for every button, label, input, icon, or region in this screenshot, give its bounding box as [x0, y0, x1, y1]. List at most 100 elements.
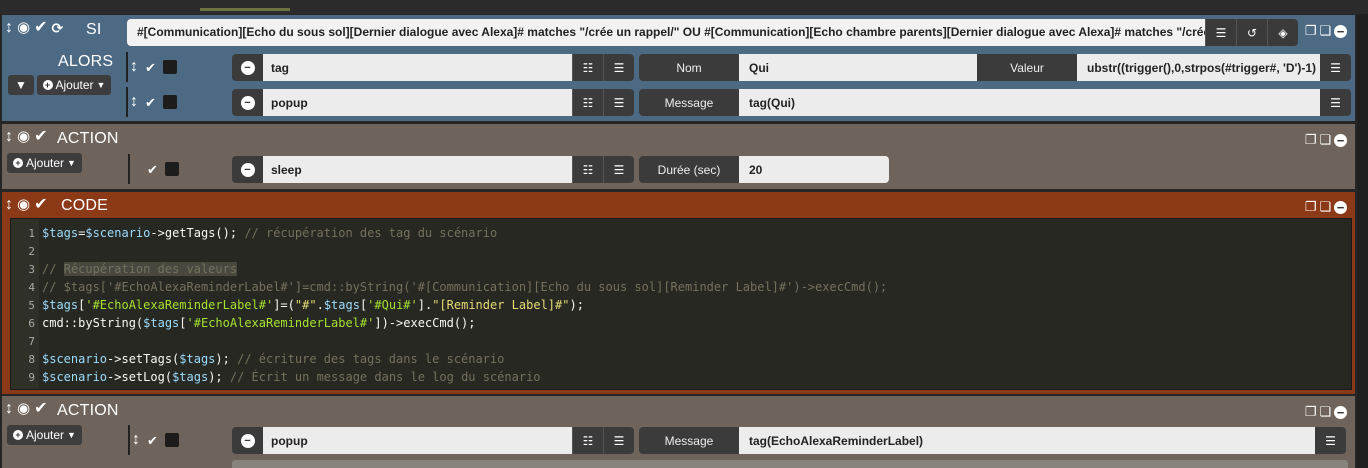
copy-icon[interactable]: ❐ [1305, 405, 1317, 419]
action-command: − sleep ☷ ☰ [232, 156, 634, 183]
action-title: ACTION [57, 130, 119, 147]
parallel-checkbox[interactable] [163, 60, 177, 74]
enable-checkbox[interactable]: ✔ [146, 434, 159, 447]
code-text: $scenario->setTags($tags); // écriture d… [42, 352, 505, 366]
remove-icon[interactable]: − [1334, 405, 1347, 419]
action-name-input[interactable]: popup [263, 89, 572, 116]
copy-icon[interactable]: ❐ [1305, 24, 1317, 38]
move-icon[interactable]: ↕ [5, 129, 13, 145]
enable-checkbox[interactable]: ✔ [144, 61, 157, 74]
action-row-popup: ↕ ✔ − popup ☷ ☰ Message tag(Qui) ☰ [126, 87, 1351, 117]
enable-checkbox[interactable]: ✔ [146, 163, 159, 176]
list-icon[interactable]: ☰ [603, 427, 634, 454]
action-name-input[interactable]: sleep [263, 156, 572, 183]
move-icon[interactable]: ↕ [5, 197, 13, 213]
remove-action-button[interactable]: − [232, 89, 263, 116]
collapse-button[interactable]: ▼ [8, 75, 34, 95]
add-button[interactable]: + Ajouter ▼ [37, 75, 111, 95]
remove-action-button[interactable]: − [232, 156, 263, 183]
option-value-input[interactable]: tag(Qui) [739, 89, 1320, 116]
option-value-input[interactable]: ubstr((trigger(),0,strpos(#trigger#, 'D'… [1077, 54, 1320, 81]
list-icon[interactable]: ☰ [1205, 19, 1236, 46]
paste-icon[interactable]: ❏ [1319, 133, 1331, 147]
parallel-checkbox[interactable] [165, 162, 179, 176]
list-check-icon[interactable]: ☷ [572, 89, 603, 116]
caret-down-icon: ▼ [67, 430, 76, 440]
line-number: 1 [28, 227, 35, 240]
line-number: 2 [28, 245, 35, 258]
alors-label: ALORS [58, 53, 114, 70]
check-icon[interactable]: ✔ [34, 401, 47, 417]
condition-input[interactable]: #[Communication][Echo du sous sol][Derni… [127, 19, 1205, 46]
option-value-input[interactable]: tag(EchoAlexaReminderLabel) [739, 427, 1315, 454]
list-check-icon[interactable]: ☷ [572, 54, 603, 81]
remove-action-button[interactable]: − [232, 427, 263, 454]
remove-icon: − [240, 60, 255, 75]
parallel-checkbox[interactable] [163, 95, 177, 109]
si-block-toolbar: ❐ ❏ − [1305, 24, 1347, 38]
remove-icon[interactable]: − [1334, 133, 1347, 147]
add-button[interactable]: + Ajouter ▼ [7, 425, 82, 445]
list-check-icon[interactable]: ☷ [572, 427, 603, 454]
remove-icon[interactable]: − [1334, 24, 1347, 38]
sync-icon[interactable]: ⟳ [52, 20, 64, 36]
option-label: Message [639, 427, 739, 454]
list-icon[interactable]: ☰ [1320, 54, 1351, 81]
move-icon[interactable]: ↕ [130, 58, 138, 76]
eye-icon[interactable]: ◉ [17, 20, 30, 36]
action-block-toolbar: ❐ ❏ − [1305, 405, 1347, 419]
paste-icon[interactable]: ❏ [1319, 405, 1331, 419]
eye-icon[interactable]: ◉ [17, 401, 30, 417]
history-icon[interactable]: ↺ [1236, 19, 1267, 46]
code-editor[interactable]: 1 $tags=$scenario->getTags(); // récupéra… [10, 218, 1352, 390]
action-block: ↕ ◉ ✔ ACTION ❐ ❏ − + Ajouter ▼ ↕ ✔ − sle… [2, 124, 1355, 189]
row-controls: ↕ ✔ [126, 52, 177, 82]
line-number: 5 [28, 299, 35, 312]
copy-icon[interactable]: ❐ [1305, 133, 1317, 147]
list-icon[interactable]: ☰ [1315, 427, 1346, 454]
caret-down-icon: ▼ [67, 158, 76, 168]
list-icon[interactable]: ☰ [1320, 89, 1351, 116]
paste-icon[interactable]: ❏ [1319, 24, 1331, 38]
action-block-toolbar: ❐ ❏ − [1305, 133, 1347, 147]
remove-icon: − [240, 433, 255, 448]
add-button-label: Ajouter [26, 156, 65, 170]
action-title: ACTION [57, 402, 119, 419]
paste-icon[interactable]: ❏ [1319, 200, 1331, 214]
caret-down-icon: ▼ [15, 78, 27, 92]
action-name-input[interactable]: popup [263, 427, 572, 454]
list-icon[interactable]: ☰ [603, 156, 634, 183]
option-value-input[interactable]: 20 [739, 156, 889, 183]
scrollbar[interactable] [1357, 14, 1368, 468]
action-command: − popup ☷ ☰ [232, 89, 634, 116]
action-name-input[interactable]: tag [263, 54, 572, 81]
list-check-icon[interactable]: ☷ [572, 156, 603, 183]
move-icon[interactable]: ↕ [5, 20, 13, 36]
code-line: 1 $tags=$scenario->getTags(); // récupéra… [11, 224, 497, 242]
list-icon[interactable]: ☰ [603, 89, 634, 116]
parallel-checkbox[interactable] [165, 433, 179, 447]
eye-icon[interactable]: ◉ [17, 129, 30, 145]
remove-icon[interactable]: − [1334, 200, 1347, 214]
check-icon[interactable]: ✔ [34, 20, 47, 36]
option-value-input[interactable]: Qui [739, 54, 977, 81]
list-icon[interactable]: ☰ [603, 54, 634, 81]
move-icon[interactable]: ↕ [132, 431, 140, 449]
cube-icon[interactable]: ◈ [1267, 19, 1298, 46]
move-icon[interactable]: ↕ [130, 93, 138, 111]
check-icon[interactable]: ✔ [34, 197, 47, 213]
remove-action-button[interactable]: − [232, 54, 263, 81]
code-line: 5 $tags['#EchoAlexaReminderLabel#']=("#".… [11, 296, 584, 314]
si-block: ↕ ◉ ✔ ⟳ SI #[Communication][Echo du sous… [2, 15, 1355, 121]
code-line: 9 $scenario->setLog($tags); // Écrit un m… [11, 368, 540, 386]
enable-checkbox[interactable]: ✔ [144, 96, 157, 109]
move-icon[interactable]: ↕ [5, 401, 13, 417]
code-title: CODE [61, 197, 109, 214]
add-button[interactable]: + Ajouter ▼ [7, 153, 82, 173]
caret-down-icon: ▼ [96, 80, 106, 90]
eye-icon[interactable]: ◉ [17, 197, 30, 213]
action-block: ↕ ◉ ✔ ACTION ❐ ❏ − + Ajouter ▼ ↕ ✔ − pop… [2, 396, 1355, 468]
check-icon[interactable]: ✔ [34, 129, 47, 145]
copy-icon[interactable]: ❐ [1305, 200, 1317, 214]
remove-icon: − [240, 162, 255, 177]
